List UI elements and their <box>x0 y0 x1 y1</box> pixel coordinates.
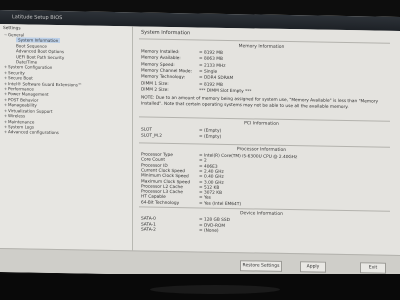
info-value: = Yes (Intel EM64T) <box>199 201 242 207</box>
info-value: = (Empty) <box>199 128 222 134</box>
apply-button[interactable]: Apply <box>300 261 326 273</box>
system-information-panel: System Information Memory Information Me… <box>133 26 400 279</box>
info-key: SLOT <box>141 127 152 133</box>
memory-note: NOTE: Due to an amount of memory being a… <box>141 95 379 110</box>
info-value: = (None) <box>199 228 219 235</box>
tree-item-label: Advanced configurations <box>8 129 59 136</box>
info-value: = 8192 MB <box>199 50 223 56</box>
info-value: = DDR4 SDRAM <box>199 75 234 82</box>
info-value: = (Empty) <box>199 134 222 141</box>
exit-button[interactable]: Exit <box>360 262 386 274</box>
info-key: DIMM 2 Size: <box>141 87 169 93</box>
info-value: = Single <box>199 69 218 75</box>
info-value: = 2133 MHz <box>199 63 226 69</box>
info-row: DIMM 2 Size: *** DIMM Slot Empty *** <box>141 87 251 94</box>
tree-list: −General System Information Boot Sequence A… <box>0 32 132 137</box>
settings-tree: Settings −General System Information Boot … <box>0 24 133 275</box>
info-key: Memory Installed: <box>141 49 180 56</box>
info-key: SATA-2 <box>141 227 156 233</box>
info-key: DIMM 1 Size: <box>141 80 169 87</box>
info-key: SLOT_M.2 <box>141 133 162 140</box>
info-key: Memory Technology: <box>141 74 186 81</box>
base-reflection <box>150 285 280 294</box>
info-key: Memory Channel Mode: <box>141 68 193 75</box>
info-key: Memory Speed: <box>141 62 175 68</box>
info-row: SATA-2 = (None) <box>141 228 219 234</box>
info-row: Memory Speed: = 2133 MHz <box>141 62 225 68</box>
restore-settings-button[interactable]: Restore Settings <box>240 260 282 272</box>
info-row: SLOT_M.2 = (Empty) <box>141 134 221 140</box>
bios-screen: Latitude Setup BIOS Settings −General Sys… <box>0 10 400 279</box>
info-value: = 8192 MB <box>199 81 223 88</box>
info-value: *** DIMM Slot Empty *** <box>199 88 252 95</box>
info-value: = Intel(R) Core(TM) i5-6300U CPU @ 2.40G… <box>199 153 298 161</box>
info-row: DIMM 1 Size: = 8192 MB <box>141 81 223 87</box>
tree-item[interactable]: +Advanced configurations <box>0 129 132 137</box>
info-row: Memory Available: = 8063 MB <box>141 56 223 62</box>
info-key: 64-Bit Technology <box>141 200 180 206</box>
info-value: = 8063 MB <box>199 56 223 63</box>
info-key: Memory Available: <box>141 55 181 62</box>
